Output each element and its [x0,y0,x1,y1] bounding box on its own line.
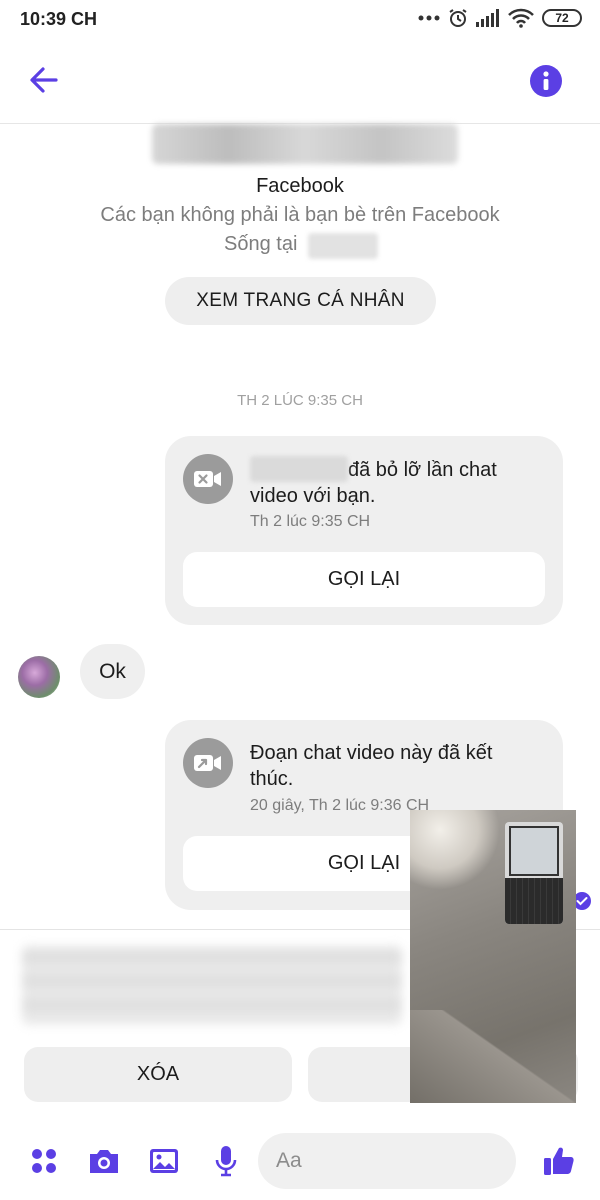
status-time: 10:39 CH [20,9,98,29]
top-navigation [0,40,600,124]
thumbs-up-icon[interactable] [541,1143,577,1179]
missed-call-card: đã bỏ lỡ lần chat video với bạn. Th 2 lú… [165,436,563,625]
incoming-message[interactable]: Ok [80,644,145,699]
conversation-timestamp: TH 2 LÚC 9:35 CH [237,392,363,409]
wifi-icon [508,8,534,28]
camera-icon[interactable] [86,1143,122,1179]
status-icons: 72 [418,8,582,28]
video-call-ended-icon [183,738,233,788]
apps-grid-icon[interactable] [26,1143,62,1179]
video-edge [410,1010,576,1103]
view-profile-button[interactable]: XEM TRANG CÁ NHÂN [165,277,436,325]
battery-icon: 72 [542,9,582,27]
back-arrow-icon [30,67,58,93]
self-view-screen [509,826,559,876]
status-bar: 10:39 CH 72 [0,0,600,40]
alarm-icon [449,9,467,27]
missed-call-time: Th 2 lúc 9:35 CH [250,513,371,530]
info-icon [543,71,549,90]
video-light [410,810,500,890]
ended-call-time: 20 giây, Th 2 lúc 9:36 CH [250,797,430,814]
redacted-location [308,233,378,259]
redacted-caller-name [250,456,348,482]
signal-icon [476,9,499,27]
delete-button[interactable]: XÓA [24,1047,292,1102]
redacted-profile-name [152,124,458,164]
self-view-thumbnail[interactable] [505,822,563,924]
missed-call-message: đã bỏ lỡ lần chat video với bạn. [250,456,540,509]
redacted-request-text [22,946,402,1024]
back-button[interactable] [26,62,62,98]
profile-site: Facebook [256,175,344,197]
message-input[interactable] [258,1133,516,1189]
info-button[interactable] [530,65,562,97]
more-dots-icon [418,15,440,21]
self-view-keyboard [505,878,563,924]
battery-level: 72 [555,11,569,25]
lives-in-label: Sống tại [224,233,298,255]
call-back-button[interactable]: GỌI LẠI [183,552,545,607]
ended-call-text: Đoạn chat video này đã kết thúc. [250,742,493,790]
image-icon[interactable] [146,1143,182,1179]
microphone-icon[interactable] [208,1143,244,1179]
avatar[interactable] [18,656,60,698]
video-call-missed-icon [183,454,233,504]
friendship-note: Các bạn không phải là bạn bè trên Facebo… [100,204,500,226]
